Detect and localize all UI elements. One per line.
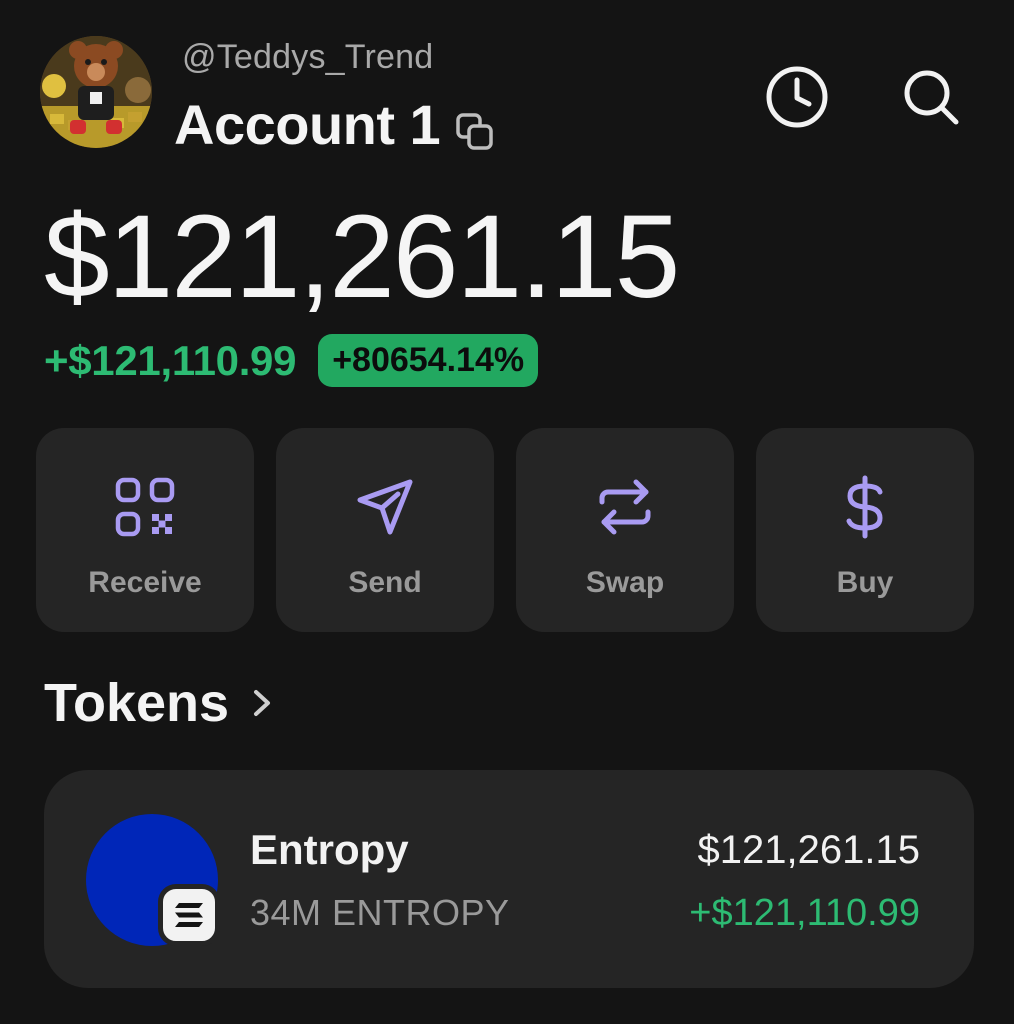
token-amount: 34M ENTROPY [250,892,510,933]
tokens-title: Tokens [44,673,230,733]
send-label: Send [348,566,422,599]
dollar-icon [846,475,883,539]
balance-change-amount: +$121,110.99 [44,336,297,384]
receive-label: Receive [88,566,202,599]
swap-button[interactable]: Swap [516,428,734,632]
swap-label: Swap [585,566,665,599]
token-value: $121,261.15 [697,828,920,872]
account-selector[interactable]: Account 1 [174,92,496,157]
history-clock-icon[interactable] [764,64,830,130]
teddy-avatar-image [40,36,152,148]
paper-plane-icon [357,479,413,535]
swap-arrows-icon [599,479,651,535]
solana-icon [175,903,203,927]
tokens-section-link[interactable]: Tokens [44,672,277,734]
token-change: +$121,110.99 [689,892,920,934]
account-handle: @Teddys_Trend [182,38,434,76]
token-name: Entropy [250,826,409,873]
balance-change: +$121,110.99 +80654.14% [44,334,539,387]
send-button[interactable]: Send [276,428,494,632]
solana-chain-badge [158,884,220,946]
chevron-right-icon [254,690,271,716]
copy-icon[interactable] [454,111,496,153]
receive-button[interactable]: Receive [36,428,254,632]
buy-label: Buy [836,566,894,599]
token-row-entropy[interactable]: Entropy 34M ENTROPY $121,261.15 +$121,11… [44,770,974,988]
balance-change-percent-badge: +80654.14% [318,334,539,387]
search-icon[interactable] [898,64,964,130]
total-balance: $121,261.15 [44,191,680,323]
account-name: Account 1 [174,93,441,156]
wallet-home-screen: @Teddys_Trend Account 1 $121,261.15 +$12… [0,0,1014,1024]
qr-code-icon [115,477,175,537]
buy-button[interactable]: Buy [756,428,974,632]
account-avatar[interactable] [40,36,152,148]
